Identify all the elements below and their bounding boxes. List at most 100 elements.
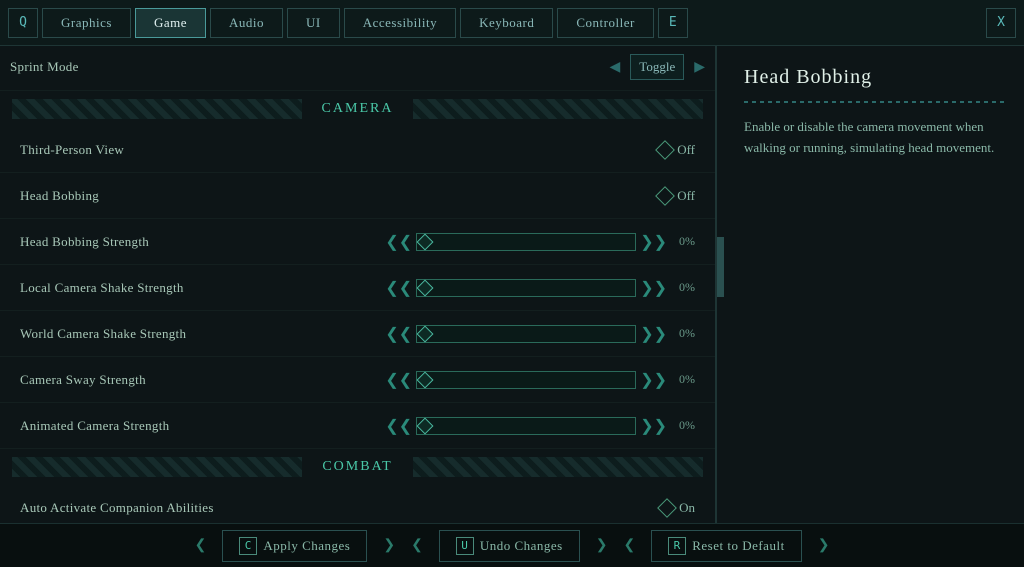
head-bobbing-strength-control[interactable]: ❮❮ ❯❯ 0%: [385, 232, 695, 252]
apply-label: Apply Changes: [263, 538, 350, 554]
auto-activate-control[interactable]: On: [660, 500, 695, 516]
undo-chevron-left: ❮: [411, 537, 423, 554]
reset-chevron-left: ❮: [623, 537, 635, 554]
apply-chevron-left: ❮: [195, 537, 207, 554]
settings-panel: Sprint Mode ◀ Toggle ▶ Camera Third-Pers…: [0, 46, 716, 523]
slider-right-arrow-5[interactable]: ❯❯: [640, 416, 667, 436]
slider-thumb-2: [417, 279, 434, 296]
slider-thumb-3: [417, 325, 434, 342]
diamond-icon: [655, 140, 675, 160]
third-person-view-label: Third-Person View: [20, 142, 658, 158]
tab-audio[interactable]: Audio: [210, 8, 283, 38]
close-button[interactable]: X: [986, 8, 1016, 38]
camera-section-label: Camera: [302, 101, 414, 117]
camera-sway-row[interactable]: Camera Sway Strength ❮❮ ❯❯ 0%: [0, 357, 715, 403]
auto-activate-row[interactable]: Auto Activate Companion Abilities On: [0, 485, 715, 523]
apply-key: C: [239, 537, 257, 555]
sprint-mode-control[interactable]: ◀ Toggle ▶: [610, 54, 705, 80]
slider-left-arrow[interactable]: ❮❮: [385, 232, 412, 252]
description-text: Enable or disable the camera movement wh…: [744, 117, 1004, 159]
camera-sway-control[interactable]: ❮❮ ❯❯ 0%: [385, 370, 695, 390]
combat-section-label: Combat: [302, 459, 412, 475]
auto-activate-value: On: [679, 500, 695, 516]
animated-camera-value: 0%: [671, 418, 695, 433]
diamond-icon-3: [657, 498, 677, 518]
tab-keyboard[interactable]: Keyboard: [460, 8, 553, 38]
head-bobbing-strength-row[interactable]: Head Bobbing Strength ❮❮ ❯❯ 0%: [0, 219, 715, 265]
third-person-view-control[interactable]: Off: [658, 142, 695, 158]
slider-bar-5[interactable]: [416, 417, 636, 435]
head-bobbing-strength-value: 0%: [671, 234, 695, 249]
head-bobbing-strength-label: Head Bobbing Strength: [20, 234, 385, 250]
slider-bar[interactable]: [416, 233, 636, 251]
slider-thumb-4: [417, 371, 434, 388]
slider-left-arrow-5[interactable]: ❮❮: [385, 416, 412, 436]
third-person-view-value: Off: [677, 142, 695, 158]
head-bobbing-label: Head Bobbing: [20, 188, 658, 204]
sprint-mode-label: Sprint Mode: [10, 59, 610, 75]
tab-ui[interactable]: UI: [287, 8, 340, 38]
world-camera-shake-row[interactable]: World Camera Shake Strength ❮❮ ❯❯ 0%: [0, 311, 715, 357]
slider-right-arrow-3[interactable]: ❯❯: [640, 324, 667, 344]
slider-right-arrow-2[interactable]: ❯❯: [640, 278, 667, 298]
undo-label: Undo Changes: [480, 538, 563, 554]
tab-controller[interactable]: Controller: [557, 8, 653, 38]
auto-activate-label: Auto Activate Companion Abilities: [20, 500, 660, 516]
bottom-bar: ❮ C Apply Changes ❯ ❮ U Undo Changes ❯ ❮…: [0, 523, 1024, 567]
sprint-mode-value[interactable]: Toggle: [630, 54, 684, 80]
undo-changes-button[interactable]: U Undo Changes: [439, 530, 580, 562]
reset-key: R: [668, 537, 686, 555]
head-bobbing-value: Off: [677, 188, 695, 204]
undo-key: U: [456, 537, 474, 555]
tab-graphics[interactable]: Graphics: [42, 8, 131, 38]
reset-chevron-right: ❯: [818, 537, 830, 554]
head-bobbing-control[interactable]: Off: [658, 188, 695, 204]
camera-sway-value: 0%: [671, 372, 695, 387]
toggle-arrow-left[interactable]: ◀: [610, 59, 621, 76]
toggle-arrow-right[interactable]: ▶: [694, 59, 705, 76]
local-camera-shake-control[interactable]: ❮❮ ❯❯ 0%: [385, 278, 695, 298]
diamond-icon-2: [655, 186, 675, 206]
top-navigation: Q Graphics Game Audio UI Accessibility K…: [0, 0, 1024, 46]
reset-label: Reset to Default: [692, 538, 784, 554]
slider-bar-3[interactable]: [416, 325, 636, 343]
nav-corner-left[interactable]: Q: [8, 8, 38, 38]
world-camera-shake-control[interactable]: ❮❮ ❯❯ 0%: [385, 324, 695, 344]
world-camera-shake-value: 0%: [671, 326, 695, 341]
main-content: Sprint Mode ◀ Toggle ▶ Camera Third-Pers…: [0, 46, 1024, 523]
animated-camera-control[interactable]: ❮❮ ❯❯ 0%: [385, 416, 695, 436]
animated-camera-label: Animated Camera Strength: [20, 418, 385, 434]
slider-thumb-5: [417, 417, 434, 434]
slider-left-arrow-4[interactable]: ❮❮: [385, 370, 412, 390]
slider-bar-2[interactable]: [416, 279, 636, 297]
third-person-view-row[interactable]: Third-Person View Off: [0, 127, 715, 173]
local-camera-shake-row[interactable]: Local Camera Shake Strength ❮❮ ❯❯ 0%: [0, 265, 715, 311]
camera-sway-label: Camera Sway Strength: [20, 372, 385, 388]
local-camera-shake-label: Local Camera Shake Strength: [20, 280, 385, 296]
tab-game[interactable]: Game: [135, 8, 206, 38]
combat-section-divider: Combat: [0, 449, 715, 485]
camera-section-divider: Camera: [0, 91, 715, 127]
undo-chevron-right: ❯: [596, 537, 608, 554]
scroll-thumb[interactable]: [717, 237, 724, 297]
slider-bar-4[interactable]: [416, 371, 636, 389]
slider-left-arrow-3[interactable]: ❮❮: [385, 324, 412, 344]
slider-right-arrow-4[interactable]: ❯❯: [640, 370, 667, 390]
reset-to-default-button[interactable]: R Reset to Default: [651, 530, 801, 562]
sprint-mode-row: Sprint Mode ◀ Toggle ▶: [0, 46, 715, 91]
description-divider: [744, 101, 1004, 103]
apply-chevron-right: ❯: [383, 537, 395, 554]
tab-accessibility[interactable]: Accessibility: [344, 8, 456, 38]
slider-right-arrow[interactable]: ❯❯: [640, 232, 667, 252]
description-title: Head Bobbing: [744, 66, 1004, 89]
nav-corner-right[interactable]: E: [658, 8, 688, 38]
animated-camera-row[interactable]: Animated Camera Strength ❮❮ ❯❯ 0%: [0, 403, 715, 449]
local-camera-shake-value: 0%: [671, 280, 695, 295]
description-panel: Head Bobbing Enable or disable the camer…: [724, 46, 1024, 523]
slider-thumb: [417, 233, 434, 250]
scrollbar[interactable]: [716, 46, 724, 523]
slider-left-arrow-2[interactable]: ❮❮: [385, 278, 412, 298]
head-bobbing-row[interactable]: Head Bobbing Off: [0, 173, 715, 219]
world-camera-shake-label: World Camera Shake Strength: [20, 326, 385, 342]
apply-changes-button[interactable]: C Apply Changes: [222, 530, 367, 562]
